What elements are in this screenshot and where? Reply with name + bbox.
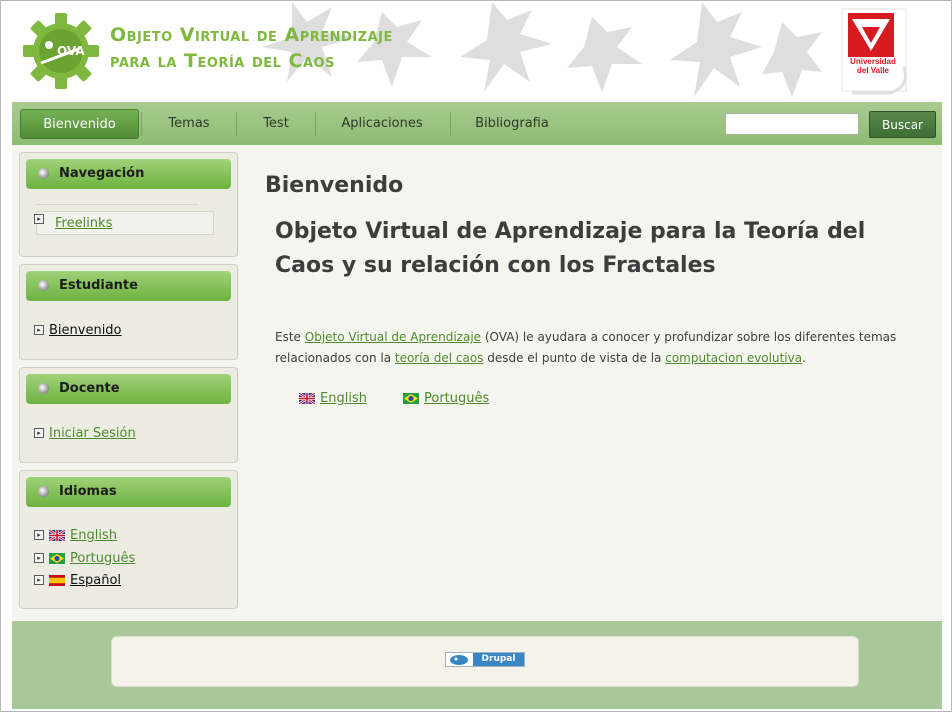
svg-text:OVA: OVA <box>57 44 85 58</box>
block-title-idiomas: Idiomas <box>26 477 231 507</box>
menu-arrow-icon: ▸ <box>34 214 44 224</box>
block-estudiante: Estudiante <box>19 264 238 360</box>
menu-arrow-icon: ▸ <box>34 428 44 438</box>
nav-divider <box>315 112 316 136</box>
content-heading: Objeto Virtual de Aprendizaje para la Te… <box>275 219 866 278</box>
nav-item-test[interactable]: Test <box>244 109 308 139</box>
menu-arrow-icon: ▸ <box>34 325 44 335</box>
sidebar-link-english[interactable]: English <box>70 528 117 543</box>
nav-item-bibliografia[interactable]: Bibliografia <box>458 109 566 139</box>
search-input[interactable] <box>725 113 859 135</box>
uk-flag-icon <box>299 393 315 404</box>
nav-item-temas[interactable]: Temas <box>149 109 229 139</box>
menu-arrow-icon: ▸ <box>34 575 44 585</box>
drupal-badge-label: Drupal <box>473 653 524 666</box>
powered-by-drupal-badge[interactable]: Drupal <box>445 652 525 667</box>
intro-text: Este <box>275 330 305 344</box>
link-ova[interactable]: Objeto Virtual de Aprendizaje <box>305 330 481 344</box>
site-name-line2[interactable]: para la Teoría del Caos <box>110 48 393 74</box>
university-line1: Universidad <box>850 57 896 66</box>
sidebar-link-espanol[interactable]: Español <box>70 573 121 588</box>
grey-dot-icon <box>38 280 49 291</box>
spain-flag-icon <box>49 575 65 586</box>
search-button[interactable]: Buscar <box>869 111 936 138</box>
block-title-text: Docente <box>59 381 120 396</box>
site-name-line1[interactable]: Objeto Virtual de Aprendizaje <box>110 22 393 48</box>
nav-item-bienvenido[interactable]: Bienvenido <box>20 109 139 139</box>
intro-paragraph: Este Objeto Virtual de Aprendizaje (OVA)… <box>275 327 915 369</box>
content-link-english[interactable]: English <box>320 391 367 406</box>
nav-divider <box>141 112 142 136</box>
drupal-drop-icon <box>446 653 473 666</box>
university-name: Universidad del Valle <box>840 57 906 75</box>
block-title-text: Idiomas <box>59 484 117 499</box>
brazil-flag-icon <box>49 553 65 564</box>
block-title-text: Navegación <box>59 166 145 181</box>
menu-arrow-icon: ▸ <box>34 530 44 540</box>
grey-dot-icon <box>38 383 49 394</box>
uk-flag-icon <box>49 530 65 541</box>
grey-dot-icon <box>38 486 49 497</box>
university-line2: del Valle <box>856 66 890 75</box>
sidebar-link-portugues[interactable]: Português <box>70 551 135 566</box>
universidad-del-valle-logo-icon[interactable] <box>840 7 910 95</box>
site-header: OVA Objeto Virtual de Aprendizaje para l… <box>2 2 950 101</box>
grey-dot-icon <box>38 168 49 179</box>
block-title-navegacion: Navegación <box>26 159 231 189</box>
page-title: Bienvenido <box>265 173 404 198</box>
link-teoria-del-caos[interactable]: teoría del caos <box>395 351 484 365</box>
nav-divider <box>450 112 451 136</box>
site-name[interactable]: Objeto Virtual de Aprendizaje para la Te… <box>110 22 393 74</box>
sidebar-link-freelinks[interactable]: Freelinks <box>55 216 112 231</box>
divider <box>36 204 198 205</box>
intro-text: desde el punto de vista de la <box>483 351 666 365</box>
main-navbar: Bienvenido Temas Test Aplicaciones Bibli… <box>12 102 942 145</box>
block-docente: Docente <box>19 367 238 463</box>
browser-frame: OVA Objeto Virtual de Aprendizaje para l… <box>0 0 952 712</box>
sidebar-link-iniciar-sesion[interactable]: Iniciar Sesión <box>49 426 136 441</box>
nav-item-aplicaciones[interactable]: Aplicaciones <box>323 109 441 139</box>
block-title-estudiante: Estudiante <box>26 271 231 301</box>
content-link-portugues[interactable]: Português <box>424 391 489 406</box>
nav-divider <box>236 112 237 136</box>
block-title-docente: Docente <box>26 374 231 404</box>
brazil-flag-icon <box>403 393 419 404</box>
sidebar-link-bienvenido[interactable]: Bienvenido <box>49 323 122 338</box>
link-computacion-evolutiva[interactable]: computacion evolutiva <box>665 351 802 365</box>
menu-arrow-icon: ▸ <box>34 553 44 563</box>
block-navegacion: Navegación <box>19 152 238 257</box>
intro-text: . <box>802 351 806 365</box>
ova-gear-logo-icon: OVA <box>23 13 99 89</box>
block-title-text: Estudiante <box>59 278 138 293</box>
